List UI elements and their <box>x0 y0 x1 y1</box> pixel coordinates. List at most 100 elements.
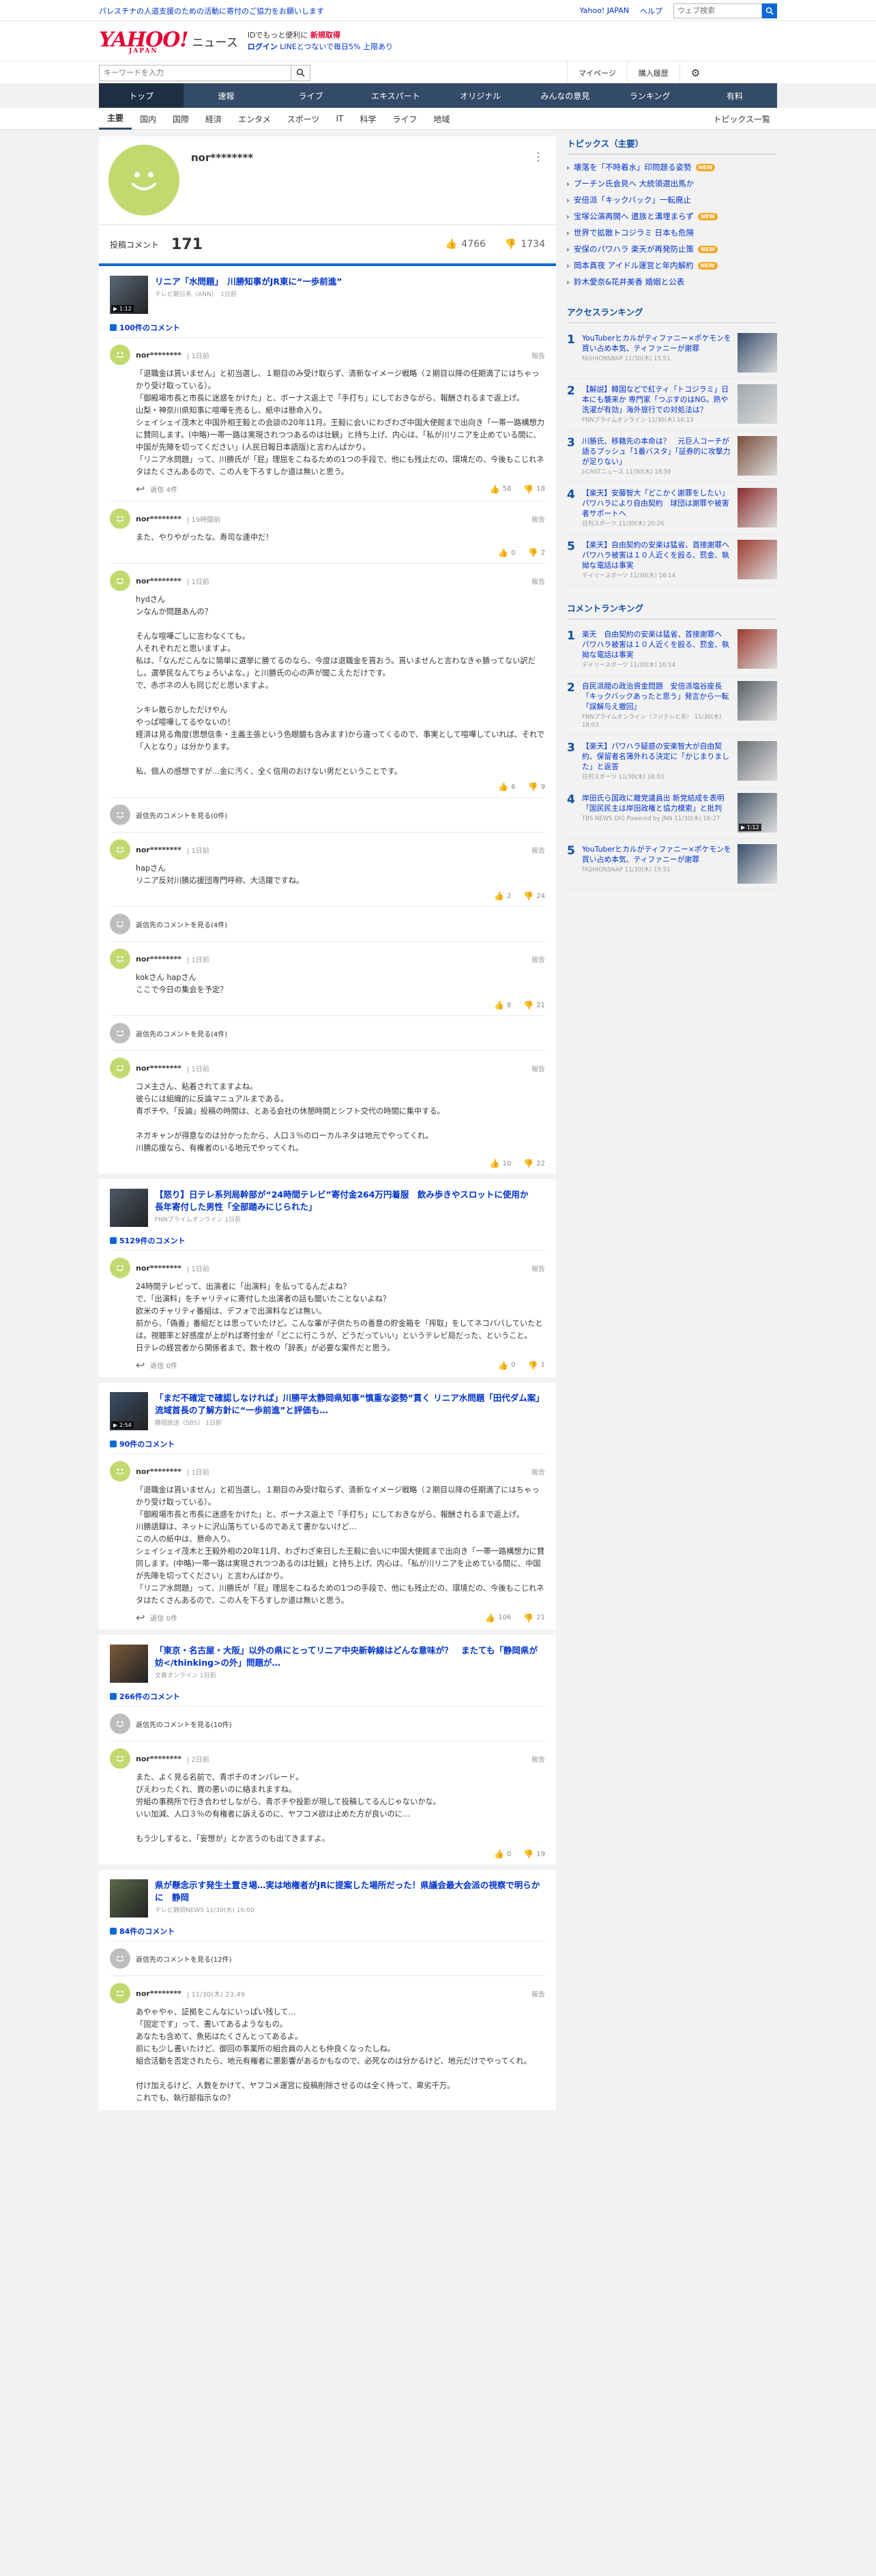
dislike-button[interactable]: 👎 1 <box>528 1361 545 1370</box>
like-button[interactable]: 👍 0 <box>494 1849 511 1859</box>
comment-username[interactable]: nor******** <box>136 955 181 964</box>
article-title-link[interactable]: 【怒り】日テレ系列局幹部が“24時間テレビ”寄付金264万円着服 飲み歩きやスロ… <box>155 1189 545 1213</box>
comment-count-link[interactable]: 266件のコメント <box>110 1691 545 1702</box>
access-ranking-item[interactable]: 4 【楽天】安藤智大「どこかく謝罪をしたい」パワハラにより自由契約 球団は謝罪や被… <box>567 482 777 534</box>
gnav-tab-expert[interactable]: エキスパート <box>353 83 438 108</box>
dislike-button[interactable]: 👎 18 <box>523 484 545 494</box>
topic-link[interactable]: 安保のパワハラ 楽天が再発防止策 NEW <box>567 241 777 257</box>
topic-link[interactable]: プーチン氏会見へ 大統領選出馬か <box>567 175 777 192</box>
like-button[interactable]: 👍 106 <box>485 1613 511 1623</box>
rank-thumbnail[interactable] <box>738 681 777 721</box>
like-button[interactable]: 👍 10 <box>490 1159 512 1168</box>
like-button[interactable]: 👍 0 <box>498 1361 515 1370</box>
comment-username[interactable]: nor******** <box>136 351 181 360</box>
comment-username[interactable]: nor******** <box>136 1754 181 1763</box>
article-thumbnail[interactable] <box>110 1645 148 1683</box>
comment-username[interactable]: nor******** <box>136 577 181 585</box>
access-ranking-item[interactable]: 3 川勝氏、移籍先の本命は？ 元巨人コーチが語るプッシュ「1番バスタ」「証券的に攻… <box>567 431 777 482</box>
like-button[interactable]: 👍 6 <box>498 782 515 792</box>
dislike-button[interactable]: 👎 22 <box>523 1159 545 1168</box>
gnav-tab-opinions[interactable]: みんなの意見 <box>523 83 607 108</box>
article-title-link[interactable]: 「東京・名古屋・大阪」以外の県にとってリニア中央新幹線はどんな意味が？ またても… <box>155 1645 545 1669</box>
reply-button[interactable]: ↩ 返信 4件 <box>136 482 177 495</box>
comment-count-link[interactable]: 90件のコメント <box>110 1438 545 1449</box>
comment-count-link[interactable]: 100件のコメント <box>110 322 545 333</box>
help-link[interactable]: ヘルプ <box>640 5 662 16</box>
comment-ranking-item[interactable]: 1 楽天 自由契約の安楽は猛省、首接謝罪へ パワハラ被害は１０人近くを殴る、罰金、… <box>567 624 777 676</box>
dislike-button[interactable]: 👎 19 <box>523 1849 545 1859</box>
comment-ranking-item[interactable]: 3 【楽天】パワハラ疑惑の安楽智大が自由契約、保留者名簿外れる決定に「かじまりまし… <box>567 736 777 787</box>
view-parent-comment-link[interactable]: 返信先のコメントを見る(4件) <box>110 1015 545 1050</box>
line-promo-link[interactable]: LINEとつないで毎日5% 上限あり <box>280 42 393 51</box>
dislike-button[interactable]: 👎 9 <box>528 782 545 792</box>
purchase-history-link[interactable]: 購入履歴 <box>626 61 680 84</box>
article-thumbnail[interactable] <box>110 1189 148 1227</box>
news-logo-text[interactable]: ニュース <box>192 33 238 50</box>
cat-science[interactable]: 科学 <box>351 113 384 125</box>
comment-username[interactable]: nor******** <box>136 515 181 523</box>
rank-thumbnail[interactable] <box>738 384 777 424</box>
rank-title[interactable]: 【楽天】安藤智大「どこかく謝罪をしたい」パワハラにより自由契約 球団は謝罪や被害… <box>582 488 733 528</box>
comment-ranking-item[interactable]: 5 YouTuberヒカルがティファニー×ポケモンを買い占め本気、ティファニーが謝… <box>567 839 777 890</box>
comment-count-link[interactable]: 5129件のコメント <box>110 1235 545 1246</box>
comment-count-link[interactable]: 84件のコメント <box>110 1926 545 1937</box>
rank-thumbnail[interactable] <box>738 488 777 527</box>
comment-username[interactable]: nor******** <box>136 1989 181 1998</box>
cat-international[interactable]: 国際 <box>164 113 197 125</box>
article-thumbnail[interactable]: ▶ 2:54 <box>110 1392 148 1430</box>
topic-link[interactable]: 鈴木愛奈&花井美香 婚姻と公表 <box>567 274 777 290</box>
report-link[interactable]: 報告 <box>531 845 545 855</box>
gnav-tab-original[interactable]: オリジナル <box>438 83 523 108</box>
view-parent-comment-link[interactable]: 返信先のコメントを見る(10件) <box>110 1706 545 1741</box>
web-search-button[interactable] <box>762 3 777 18</box>
comment-ranking-item[interactable]: 4 岸田氏ら国政に離党議員出 新党結成を表明「国民民主は岸田政権と協力模索」と批判… <box>567 787 777 839</box>
report-link[interactable]: 報告 <box>531 1988 545 1999</box>
rank-title[interactable]: 【楽天】自由契約の安楽は猛省、首接謝罪へ パワハラ被害は１０人近くを殴る、罰金、… <box>582 540 737 580</box>
cat-domestic[interactable]: 国内 <box>132 113 164 125</box>
yahoo-japan-link[interactable]: Yahoo! JAPAN <box>579 6 629 15</box>
article-title-link[interactable]: リニア「水問題」 川勝知事がJR東に“一歩前進” <box>155 276 342 288</box>
rank-thumbnail[interactable] <box>738 540 777 579</box>
dislike-button[interactable]: 👎 24 <box>523 891 545 901</box>
rank-thumbnail[interactable]: ▶ 1:12 <box>738 793 777 833</box>
more-menu-icon[interactable]: ⋮ <box>533 150 544 163</box>
gnav-tab-ranking[interactable]: ランキング <box>608 83 692 108</box>
access-ranking-item[interactable]: 2 【解説】韓国などで紅ティ「トコジラミ」日本にも襲来か 専門家「つぶすのはNG。… <box>567 379 777 431</box>
comment-username[interactable]: nor******** <box>136 1264 181 1273</box>
article-thumbnail[interactable]: ▶ 1:12 <box>110 276 148 314</box>
report-link[interactable]: 報告 <box>531 1263 545 1273</box>
like-button[interactable]: 👍 2 <box>494 891 511 901</box>
rank-thumbnail[interactable] <box>738 741 777 781</box>
comment-username[interactable]: nor******** <box>136 1467 181 1476</box>
dislike-button[interactable]: 👎 21 <box>523 1000 545 1010</box>
cat-it[interactable]: IT <box>327 114 351 124</box>
like-button[interactable]: 👍 0 <box>498 548 515 558</box>
reply-button[interactable]: ↩ 返信 0件 <box>136 1611 177 1624</box>
reply-button[interactable]: ↩ 返信 0件 <box>136 1359 177 1372</box>
rank-title[interactable]: 自民派閥の政治資金問題 安倍派塩谷座長「キックバックあったと思う」発言から一転「… <box>582 681 733 729</box>
view-parent-comment-link[interactable]: 返信先のコメントを見る(12件) <box>110 1941 545 1976</box>
report-link[interactable]: 報告 <box>531 576 545 586</box>
rank-title[interactable]: 岸田氏ら国政に離党議員出 新党結成を表明「国民民主は岸田政権と協力模索」と批判 T… <box>582 793 733 833</box>
keyword-search-button[interactable] <box>291 64 310 81</box>
topic-link[interactable]: 世界で拡散トコジラミ 日本も危険 <box>567 225 777 241</box>
yahoo-logo[interactable]: YAHOO! JAPAN <box>99 28 189 55</box>
topic-link[interactable]: 安倍派「キックバック」一転廃止 <box>567 192 777 208</box>
comment-ranking-item[interactable]: 2 自民派閥の政治資金問題 安倍派塩谷座長「キックバックあったと思う」発言から一転… <box>567 676 777 736</box>
gnav-tab-live[interactable]: ライブ <box>269 83 353 108</box>
web-search-input[interactable] <box>673 3 762 18</box>
article-title-link[interactable]: 県が懸念示す発生土置き場…実は地権者がJRに提案した場所だった！県議会最大会派の… <box>155 1879 545 1904</box>
comment-username[interactable]: nor******** <box>136 1064 181 1073</box>
report-link[interactable]: 報告 <box>531 350 545 360</box>
rank-title[interactable]: YouTuberヒカルがティファニー×ポケモンを買い占め本気、ティファニーが謝罪… <box>582 333 733 373</box>
rank-thumbnail[interactable] <box>738 629 777 669</box>
report-link[interactable]: 報告 <box>531 954 545 964</box>
mypage-link[interactable]: マイページ <box>567 61 627 84</box>
report-link[interactable]: 報告 <box>531 1754 545 1764</box>
rank-thumbnail[interactable] <box>738 436 777 476</box>
login-link[interactable]: ログイン <box>248 42 278 51</box>
cat-economy[interactable]: 経済 <box>197 113 230 125</box>
cat-life[interactable]: ライフ <box>384 113 425 125</box>
gnav-tab-paid[interactable]: 有料 <box>692 83 777 108</box>
keyword-search-input[interactable] <box>99 64 291 81</box>
